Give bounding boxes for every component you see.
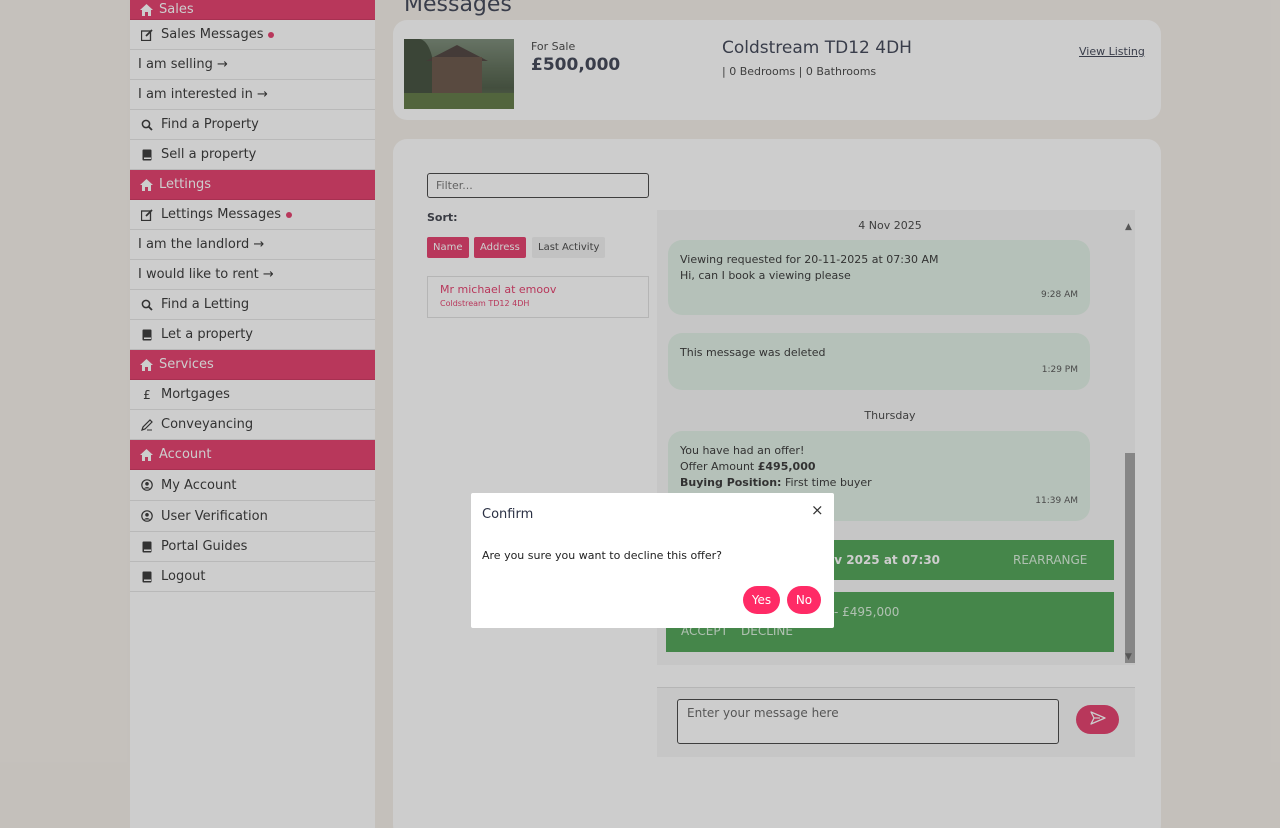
- dialog-message: Are you sure you want to decline this of…: [482, 549, 722, 562]
- yes-button[interactable]: Yes: [743, 586, 780, 614]
- close-icon[interactable]: ×: [811, 501, 824, 519]
- dialog-title: Confirm: [482, 507, 534, 522]
- confirm-dialog: Confirm × Are you sure you want to decli…: [471, 493, 834, 628]
- no-button[interactable]: No: [787, 586, 821, 614]
- modal-backdrop[interactable]: [0, 0, 1280, 828]
